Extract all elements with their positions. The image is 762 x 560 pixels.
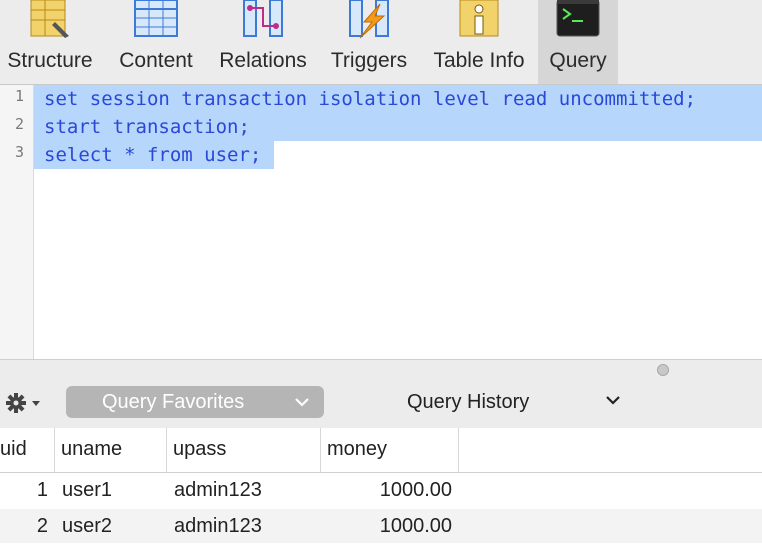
pane-splitter[interactable] bbox=[0, 359, 762, 381]
cell-money: 1000.00 bbox=[379, 479, 452, 501]
cell-upass: admin123 bbox=[174, 515, 262, 537]
cell-uid: 2 bbox=[36, 515, 48, 537]
query-favorites-dropdown[interactable]: Query Favorites bbox=[66, 386, 324, 418]
table-row[interactable]: 2 user2 admin123 1000.00 bbox=[0, 509, 762, 543]
triggers-icon bbox=[349, 0, 389, 39]
cell-upass: admin123 bbox=[174, 479, 262, 501]
tab-query[interactable]: Query bbox=[538, 0, 618, 84]
line-number: 3 bbox=[14, 143, 24, 161]
tab-relations[interactable]: Relations bbox=[210, 0, 316, 84]
chevron-down-icon bbox=[295, 398, 309, 407]
column-header-upass[interactable]: upass bbox=[167, 428, 321, 472]
gear-icon[interactable] bbox=[4, 389, 44, 417]
cell-uid: 1 bbox=[36, 479, 48, 501]
line-number: 1 bbox=[14, 87, 24, 105]
chevron-down-icon[interactable] bbox=[605, 394, 621, 406]
tab-structure[interactable]: Structure bbox=[0, 0, 100, 84]
query-editor[interactable]: 1 2 3 set session transaction isolation … bbox=[0, 85, 762, 359]
tab-structure-label: Structure bbox=[7, 49, 93, 72]
line-number-gutter: 1 2 3 bbox=[0, 85, 34, 359]
tab-table-info[interactable]: Table Info bbox=[424, 0, 534, 84]
query-history-dropdown[interactable]: Query History bbox=[407, 391, 529, 414]
tab-query-label: Query bbox=[549, 49, 607, 72]
cell-uname: user1 bbox=[62, 479, 113, 501]
column-header-uid[interactable]: uid bbox=[0, 428, 55, 472]
table-header: uid uname upass money bbox=[0, 428, 762, 473]
line-number: 2 bbox=[14, 115, 24, 133]
splitter-handle[interactable] bbox=[657, 364, 669, 376]
code-line[interactable]: select * from user; bbox=[44, 141, 261, 169]
table-info-icon bbox=[459, 0, 499, 37]
table-row[interactable]: 1 user1 admin123 1000.00 bbox=[0, 473, 762, 507]
tab-content[interactable]: Content bbox=[108, 0, 204, 84]
column-header-money[interactable]: money bbox=[321, 428, 459, 472]
content-icon bbox=[134, 0, 178, 37]
tab-triggers-label: Triggers bbox=[330, 49, 408, 72]
cell-money: 1000.00 bbox=[379, 515, 452, 537]
tab-content-label: Content bbox=[119, 49, 193, 72]
cell-uname: user2 bbox=[62, 515, 113, 537]
toolbar: Structure Content Relations Triggers Tab… bbox=[0, 0, 762, 85]
terminal-icon bbox=[556, 0, 600, 37]
tab-table-info-label: Table Info bbox=[433, 49, 525, 72]
query-favorites-label: Query Favorites bbox=[102, 391, 245, 413]
column-header-uname[interactable]: uname bbox=[55, 428, 167, 472]
tab-triggers[interactable]: Triggers bbox=[322, 0, 416, 84]
relations-icon bbox=[243, 0, 283, 37]
code-line[interactable]: start transaction; bbox=[44, 113, 250, 141]
code-line[interactable]: set session transaction isolation level … bbox=[44, 85, 696, 113]
query-bar: Query Favorites Query History bbox=[0, 380, 762, 428]
results-table: uid uname upass money 1 user1 admin123 1… bbox=[0, 428, 762, 560]
tab-relations-label: Relations bbox=[219, 49, 307, 72]
structure-icon bbox=[30, 0, 69, 38]
